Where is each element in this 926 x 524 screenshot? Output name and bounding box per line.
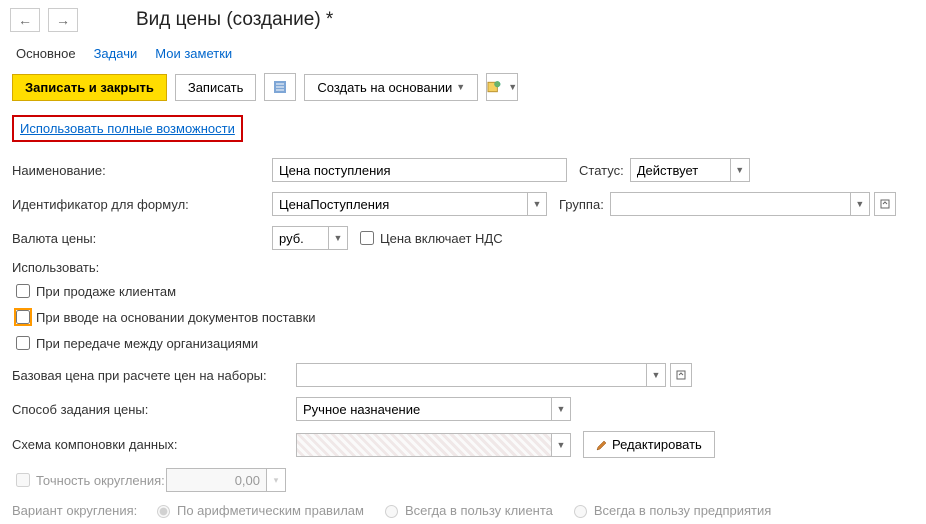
currency-field[interactable] bbox=[272, 226, 328, 250]
status-field[interactable] bbox=[630, 158, 730, 182]
page-title: Вид цены (создание) * bbox=[136, 9, 333, 31]
transfer-orgs-checkbox[interactable] bbox=[16, 336, 30, 350]
attach-icon-button[interactable]: ▼ bbox=[486, 73, 518, 101]
name-label: Наименование: bbox=[12, 163, 272, 178]
formula-id-field[interactable] bbox=[272, 192, 527, 216]
status-label: Статус: bbox=[579, 163, 624, 178]
rounding-company-label: Всегда в пользу предприятия bbox=[594, 503, 771, 518]
group-field[interactable] bbox=[610, 192, 850, 216]
tab-tasks[interactable]: Задачи bbox=[94, 46, 138, 61]
rounding-precision-stepper: ▾ bbox=[266, 468, 286, 492]
pencil-icon bbox=[596, 439, 608, 451]
sale-clients-label: При продаже клиентам bbox=[36, 284, 176, 299]
tab-main[interactable]: Основное bbox=[16, 46, 76, 61]
data-schema-label: Схема компоновки данных: bbox=[12, 437, 296, 452]
group-dropdown-button[interactable]: ▼ bbox=[850, 192, 870, 216]
transfer-orgs-label: При передаче между организациями bbox=[36, 336, 258, 351]
currency-dropdown-button[interactable]: ▼ bbox=[328, 226, 348, 250]
nav-forward-button[interactable]: → bbox=[48, 8, 78, 32]
attach-icon bbox=[487, 80, 502, 94]
chevron-down-icon: ▼ bbox=[508, 82, 517, 92]
sale-clients-checkbox[interactable] bbox=[16, 284, 30, 298]
base-price-open-button[interactable] bbox=[670, 363, 692, 387]
group-label: Группа: bbox=[559, 197, 604, 212]
rounding-client-radio bbox=[385, 505, 398, 518]
save-close-button[interactable]: Записать и закрыть bbox=[12, 74, 167, 101]
list-icon bbox=[273, 80, 287, 94]
edit-button[interactable]: Редактировать bbox=[583, 431, 715, 458]
rounding-client-label: Всегда в пользу клиента bbox=[405, 503, 553, 518]
rounding-precision-field bbox=[166, 468, 266, 492]
rounding-variant-label: Вариант округления: bbox=[12, 503, 152, 518]
tab-notes[interactable]: Мои заметки bbox=[155, 46, 232, 61]
currency-label: Валюта цены: bbox=[12, 231, 272, 246]
group-open-button[interactable] bbox=[874, 192, 896, 216]
price-includes-vat-checkbox[interactable] bbox=[360, 231, 374, 245]
status-dropdown-button[interactable]: ▼ bbox=[730, 158, 750, 182]
use-full-capabilities-link[interactable]: Использовать полные возможности bbox=[12, 115, 243, 142]
base-price-label: Базовая цена при расчете цен на наборы: bbox=[12, 368, 296, 383]
price-method-dropdown-button[interactable]: ▼ bbox=[551, 397, 571, 421]
nav-back-button[interactable]: ← bbox=[10, 8, 40, 32]
price-includes-vat-label: Цена включает НДС bbox=[380, 231, 503, 246]
supply-docs-checkbox[interactable] bbox=[16, 310, 30, 324]
rounding-company-radio bbox=[574, 505, 587, 518]
data-schema-field[interactable] bbox=[296, 433, 551, 457]
chevron-down-icon: ▼ bbox=[456, 82, 465, 92]
price-method-field[interactable] bbox=[296, 397, 551, 421]
rounding-precision-checkbox bbox=[16, 473, 30, 487]
rounding-arith-radio bbox=[157, 505, 170, 518]
open-icon bbox=[880, 199, 890, 209]
base-price-field[interactable] bbox=[296, 363, 646, 387]
data-schema-dropdown-button[interactable]: ▼ bbox=[551, 433, 571, 457]
open-icon bbox=[676, 370, 686, 380]
create-based-label: Создать на основании bbox=[317, 80, 452, 95]
create-based-on-button[interactable]: Создать на основании ▼ bbox=[304, 74, 478, 101]
edit-button-label: Редактировать bbox=[612, 437, 702, 452]
name-field[interactable] bbox=[272, 158, 567, 182]
list-icon-button[interactable] bbox=[264, 73, 296, 101]
base-price-dropdown-button[interactable]: ▼ bbox=[646, 363, 666, 387]
formula-id-dropdown-button[interactable]: ▼ bbox=[527, 192, 547, 216]
rounding-precision-label: Точность округления: bbox=[36, 473, 166, 488]
rounding-arith-label: По арифметическим правилам bbox=[177, 503, 364, 518]
supply-docs-label: При вводе на основании документов постав… bbox=[36, 310, 316, 325]
use-section-label: Использовать: bbox=[12, 260, 914, 275]
price-method-label: Способ задания цены: bbox=[12, 402, 296, 417]
formula-id-label: Идентификатор для формул: bbox=[12, 197, 272, 212]
save-button[interactable]: Записать bbox=[175, 74, 257, 101]
